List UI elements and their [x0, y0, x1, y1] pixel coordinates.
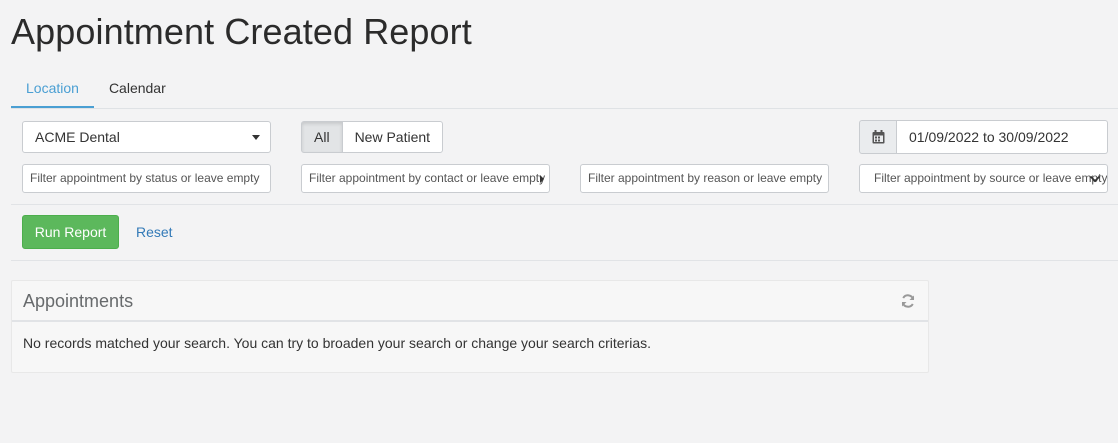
refresh-icon[interactable] [900, 293, 916, 309]
all-patients-button[interactable]: All [301, 121, 343, 153]
contact-filter-input[interactable]: Filter appointment by contact or leave e… [301, 164, 550, 193]
tab-location[interactable]: Location [11, 70, 94, 108]
new-patient-button[interactable]: New Patient [341, 121, 444, 153]
source-filter-placeholder: Filter appointment by source or leave em… [874, 171, 1108, 185]
status-filter-input[interactable]: Filter appointment by status or leave em… [22, 164, 271, 193]
patient-type-toggle: All New Patient [301, 121, 444, 153]
page-title: Appointment Created Report [11, 11, 472, 52]
location-select-value: ACME Dental [35, 129, 120, 145]
date-range-input[interactable]: 01/09/2022 to 30/09/2022 [897, 120, 1108, 154]
contact-filter-placeholder: Filter appointment by contact or leave e… [309, 171, 546, 185]
reason-filter-input[interactable]: Filter appointment by reason or leave em… [580, 164, 829, 193]
tab-bar: Location Calendar [11, 70, 1118, 109]
caret-down-icon [252, 135, 260, 140]
location-select[interactable]: ACME Dental [22, 121, 271, 153]
appointments-panel-title: Appointments [23, 291, 134, 311]
date-range-picker[interactable]: 01/09/2022 to 30/09/2022 [859, 120, 1108, 154]
tab-calendar[interactable]: Calendar [94, 70, 181, 108]
run-report-button[interactable]: Run Report [22, 215, 119, 249]
calendar-icon[interactable] [859, 120, 897, 154]
empty-results-message: No records matched your search. You can … [23, 335, 651, 351]
appointments-panel: Appointments No records matched your sea… [11, 280, 929, 373]
chevron-down-icon [1089, 175, 1101, 183]
filter-panel: ACME Dental All New Patient 01/09/2022 t… [11, 109, 1118, 261]
reset-link[interactable]: Reset [136, 215, 173, 249]
filter-divider [11, 204, 1118, 205]
appointments-panel-header: Appointments [12, 281, 928, 322]
source-filter-select[interactable]: Filter appointment by source or leave em… [859, 164, 1108, 193]
caret-right-icon [540, 175, 544, 183]
